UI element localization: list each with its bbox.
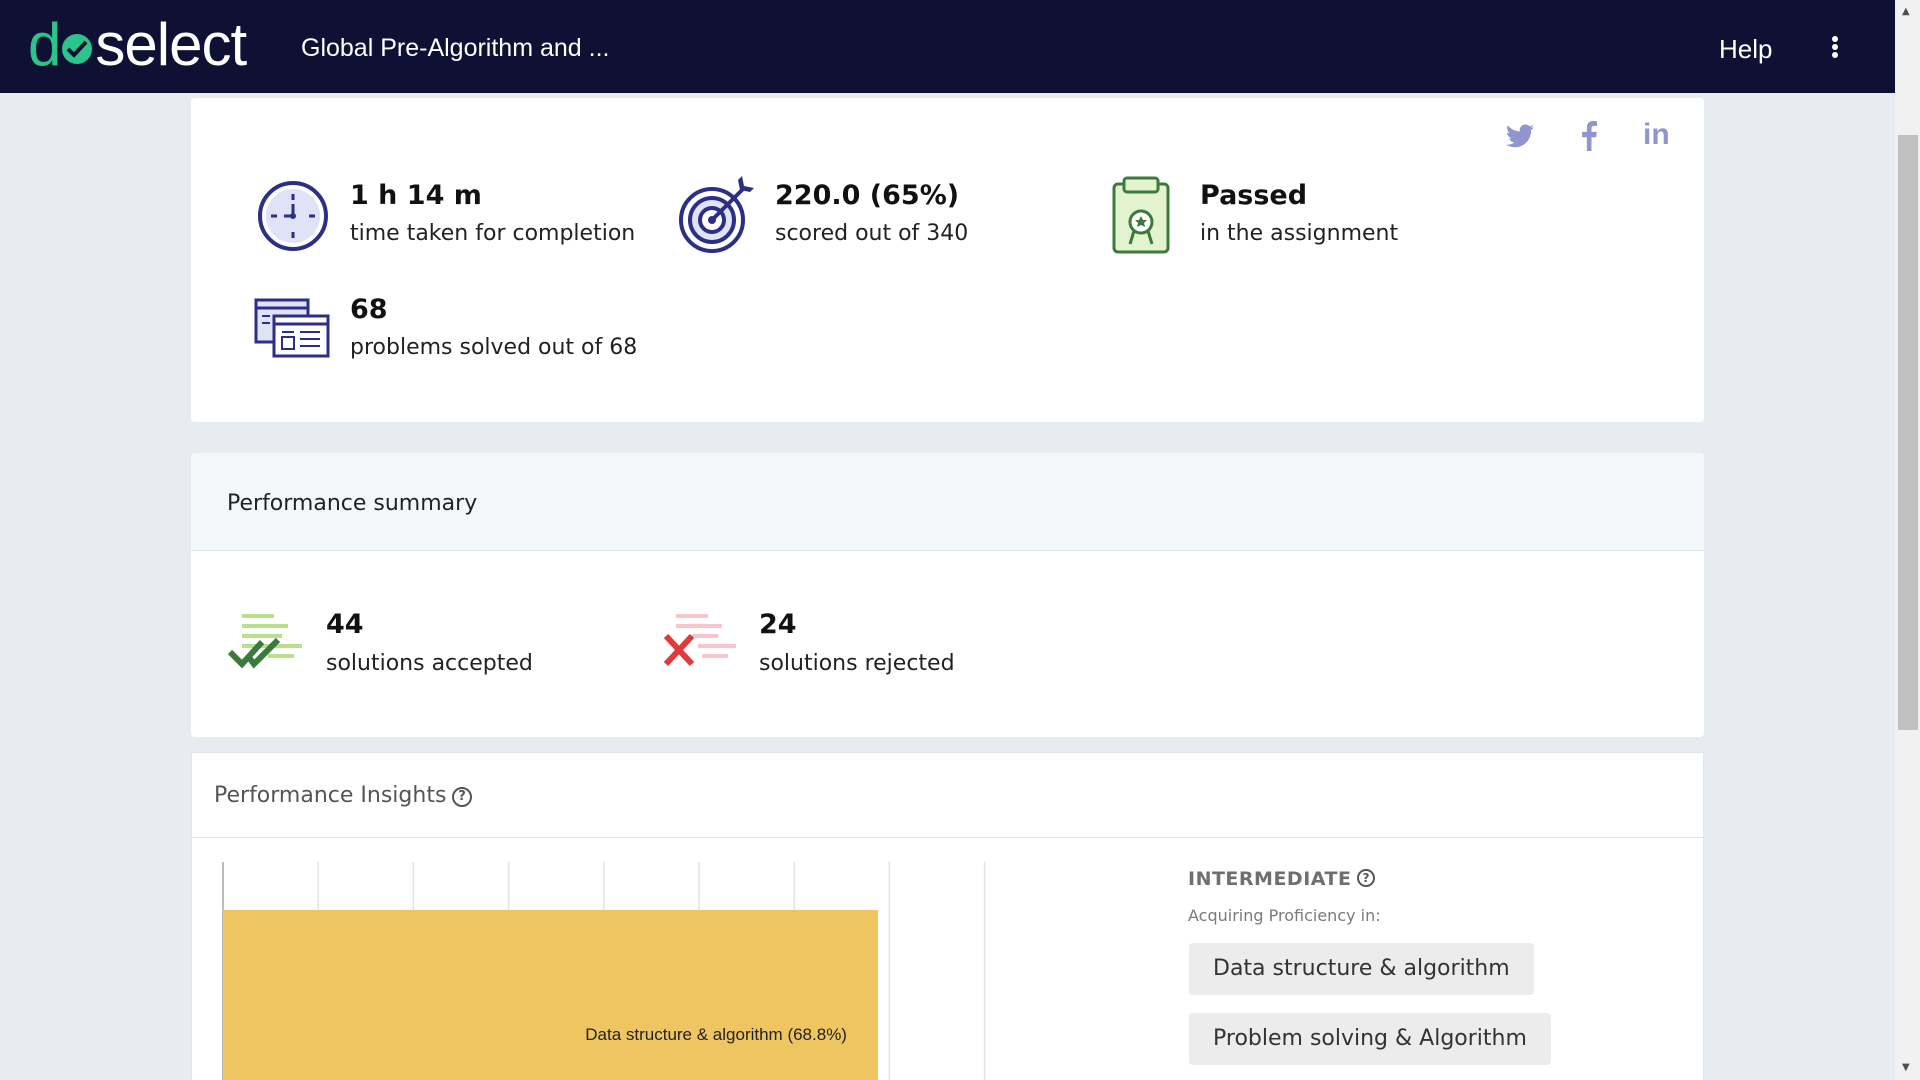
score-value: 220.0 (65%)	[775, 180, 960, 211]
insights-bar-chart: Data structure & algorithm (68.8%)	[222, 862, 986, 1080]
rejected-value: 24	[759, 609, 797, 640]
top-navbar: d select Global Pre-Algorithm and ... Hel…	[0, 0, 1895, 93]
proficiency-subtitle: Acquiring Proficiency in:	[1188, 906, 1381, 925]
help-link[interactable]: Help	[1719, 34, 1772, 65]
time-taken-value: 1 h 14 m	[350, 180, 482, 211]
problems-value: 68	[350, 294, 388, 325]
problems-label: problems solved out of 68	[350, 335, 638, 360]
accepted-label: solutions accepted	[326, 651, 533, 676]
chart-bars: Data structure & algorithm (68.8%)	[223, 910, 878, 1080]
facebook-icon[interactable]	[1581, 121, 1597, 151]
level-help-icon[interactable]: ?	[1357, 869, 1375, 887]
time-taken-label: time taken for completion	[350, 221, 636, 246]
score-label: scored out of 340	[775, 221, 969, 246]
target-icon	[679, 176, 754, 253]
scroll-up-arrow-icon[interactable]: ▲	[1902, 6, 1910, 17]
logo-check-icon	[62, 33, 93, 64]
result-label: in the assignment	[1200, 221, 1399, 246]
skill-chip[interactable]: Problem solving & Algorithm	[1189, 1013, 1551, 1065]
kebab-menu-icon[interactable]	[1825, 36, 1845, 60]
proficiency-level: INTERMEDIATE	[1188, 868, 1352, 890]
chart-bar	[223, 910, 878, 1080]
doselect-logo[interactable]: d select	[28, 10, 247, 79]
insights-help-icon[interactable]: ?	[452, 787, 472, 807]
performance-summary-title: Performance summary	[227, 491, 478, 516]
scrollbar-thumb[interactable]	[1898, 135, 1918, 730]
performance-insights-title: Performance Insights	[214, 783, 447, 808]
scroll-down-arrow-icon[interactable]: ▼	[1902, 1062, 1910, 1073]
linkedin-icon[interactable]: in	[1643, 118, 1670, 152]
assessment-title: Global Pre-Algorithm and ...	[301, 34, 610, 62]
twitter-icon[interactable]	[1506, 124, 1534, 148]
rejected-cross-icon	[663, 614, 736, 667]
skill-chip[interactable]: Data structure & algorithm	[1189, 943, 1534, 995]
clock-icon	[258, 181, 328, 251]
accepted-checkmarks-icon	[228, 614, 302, 669]
windows-icon	[254, 298, 330, 358]
result-stats-card	[191, 98, 1704, 422]
certificate-clipboard-icon	[1112, 176, 1170, 254]
accepted-value: 44	[326, 609, 364, 640]
rejected-label: solutions rejected	[759, 651, 955, 676]
chart-data-label: Data structure & algorithm (68.8%)	[585, 1025, 847, 1044]
result-value: Passed	[1200, 180, 1308, 211]
